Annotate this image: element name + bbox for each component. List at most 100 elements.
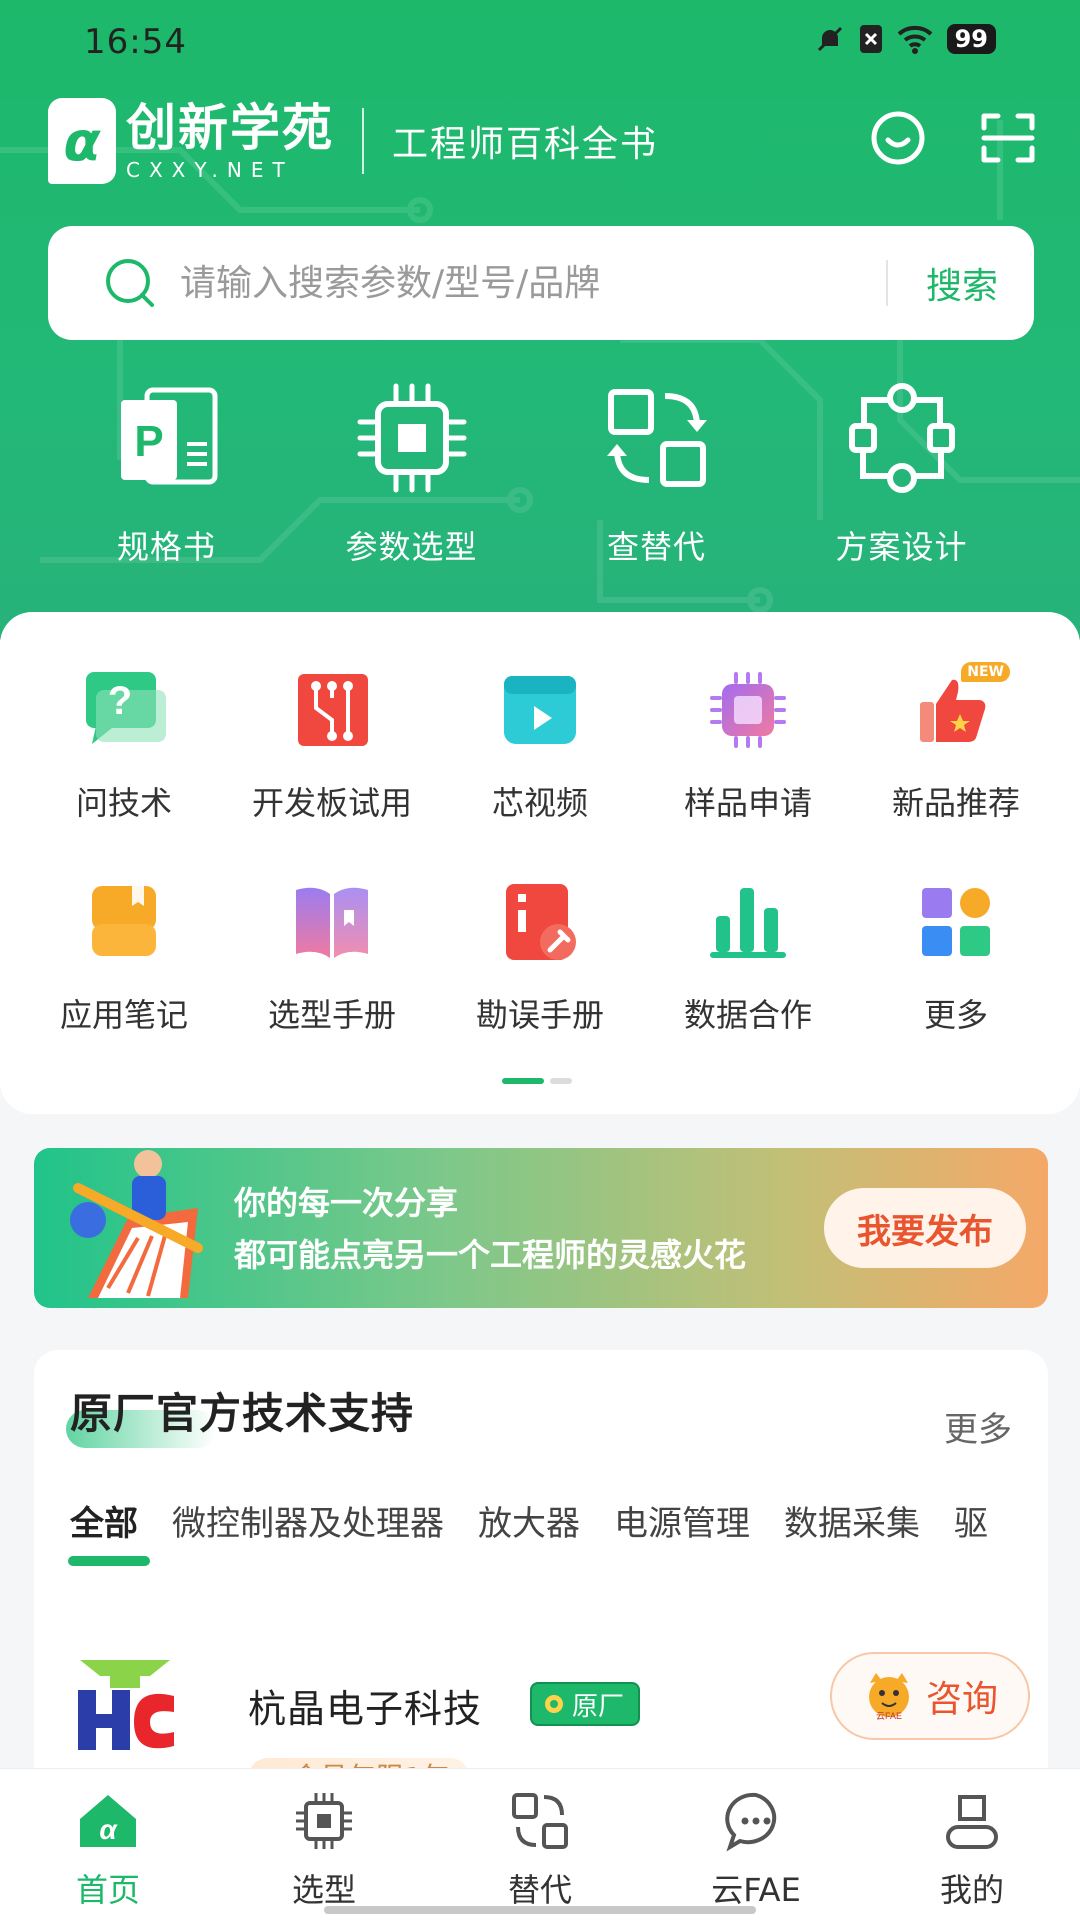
search-icon	[106, 259, 154, 307]
page-dot	[550, 1078, 572, 1084]
chip-outline-icon	[296, 1793, 352, 1849]
tabbar-home[interactable]: α 首页	[0, 1769, 216, 1920]
circuit-design-icon	[848, 383, 955, 493]
wifi-icon	[897, 25, 932, 54]
errata-wrench-icon	[506, 884, 576, 960]
mascot-caption: 云FAE	[876, 1711, 902, 1721]
top-nav-solution-design[interactable]: 方案设计	[779, 378, 1024, 568]
grid-item-more[interactable]: 更多	[852, 880, 1060, 1036]
tab-all[interactable]: 全部	[70, 1496, 138, 1545]
grid-item-selection-guide[interactable]: 选型手册	[228, 880, 436, 1036]
top-nav-alternatives[interactable]: 查替代	[534, 378, 779, 568]
status-time: 16:54	[84, 22, 187, 62]
feature-grid: ? 问技术 开发板试用 芯视频 样品申请 NEW 新品推荐 应用笔记 选型手册 …	[0, 662, 1080, 1036]
dev-board-icon	[298, 674, 368, 746]
oem-badge-label: 原厂	[572, 1691, 625, 1722]
search-bar[interactable]: 搜索	[48, 226, 1034, 340]
top-nav-label: 方案设计	[835, 528, 968, 566]
tabbar-label: 首页	[75, 1871, 140, 1909]
status-bar: 16:54 99	[0, 0, 1080, 84]
grid-label: 芯视频	[491, 784, 588, 822]
grid-item-chip-video[interactable]: 芯视频	[436, 668, 644, 824]
chip-icon	[357, 383, 466, 493]
swap-outline-icon	[512, 1793, 568, 1849]
grid-item-app-notes[interactable]: 应用笔记	[20, 880, 228, 1036]
tabbar-alternatives[interactable]: 替代	[432, 1769, 648, 1920]
chat-bubble-icon	[725, 1792, 777, 1852]
tabbar-cloud-fae[interactable]: 云FAE	[648, 1769, 864, 1920]
more-link[interactable]: 更多	[944, 1402, 1012, 1451]
pdf-document-icon: P	[120, 387, 217, 485]
engineer-illustration	[70, 1150, 203, 1298]
grid-label: 勘误手册	[475, 996, 604, 1034]
tabbar-profile[interactable]: 我的	[864, 1769, 1080, 1920]
top-nav-datasheet[interactable]: P 规格书	[44, 378, 289, 568]
sim-off-icon	[859, 25, 882, 53]
tabbar-label: 我的	[939, 1871, 1004, 1909]
brand-domain: CXXY.NET	[126, 158, 294, 182]
official-support-card: 原厂官方技术支持 更多 全部 微控制器及处理器 放大器 电源管理 数据采集 驱 …	[34, 1350, 1048, 1810]
scan-icon[interactable]	[980, 110, 1036, 166]
tab-mcu[interactable]: 微控制器及处理器	[172, 1496, 444, 1545]
status-icons: 99	[815, 24, 996, 54]
tab-underline	[68, 1556, 150, 1566]
grid-label: 应用笔记	[59, 996, 188, 1034]
search-button[interactable]: 搜索	[888, 257, 1034, 309]
tab-driver[interactable]: 驱	[954, 1496, 988, 1545]
vendor-logo	[78, 1660, 174, 1750]
tabbar-label: 替代	[507, 1871, 572, 1909]
mascot-icon: 云FAE	[868, 1673, 909, 1721]
thumbs-up-new-icon: NEW	[914, 662, 1010, 752]
home-icon: α	[80, 1795, 136, 1847]
brand-name: 创新学苑	[126, 99, 334, 157]
book-icon	[296, 887, 368, 958]
brand: α 创新学苑 CXXY.NET 工程师百科全书	[48, 98, 658, 184]
svg-text:P: P	[134, 417, 163, 466]
tab-amplifier[interactable]: 放大器	[478, 1496, 580, 1545]
top-nav-param-select[interactable]: 参数选型	[289, 378, 534, 568]
notebook-icon	[92, 886, 156, 956]
tab-power[interactable]: 电源管理	[614, 1496, 750, 1545]
tabbar-selection[interactable]: 选型	[216, 1769, 432, 1920]
svg-text:α: α	[99, 1814, 118, 1845]
home-indicator	[324, 1906, 756, 1914]
consult-button[interactable]: 云FAE 咨询	[830, 1652, 1030, 1740]
new-badge: NEW	[961, 662, 1010, 682]
search-input[interactable]	[180, 262, 886, 304]
grid-item-errata[interactable]: 勘误手册	[436, 880, 644, 1036]
top-nav-label: 规格书	[116, 528, 216, 566]
page-indicator	[502, 1078, 572, 1084]
tab-data-acquisition[interactable]: 数据采集	[784, 1496, 920, 1545]
tabbar-label: 选型	[291, 1871, 356, 1909]
card-title-wrap: 原厂官方技术支持	[66, 1380, 414, 1448]
profile-icon	[946, 1795, 998, 1849]
grid-label: 新品推荐	[891, 784, 1020, 822]
swap-icon	[606, 389, 707, 487]
bottom-tab-bar: α 首页 选型 替代 云FAE 我的	[0, 1768, 1080, 1920]
top-nav-label: 参数选型	[345, 528, 478, 566]
grid-label: 问技术	[75, 784, 172, 822]
banner-line-1: 你的每一次分享	[234, 1184, 459, 1222]
publish-button[interactable]: 我要发布	[824, 1188, 1026, 1268]
grid-label: 样品申请	[683, 784, 812, 822]
grid-item-sample-request[interactable]: 样品申请	[644, 668, 852, 824]
tabbar-label: 云FAE	[711, 1871, 801, 1909]
grid-label: 开发板试用	[251, 784, 412, 822]
bell-muted-icon	[817, 26, 842, 52]
brand-logo: α	[48, 98, 116, 184]
grid-item-dev-board[interactable]: 开发板试用	[228, 668, 436, 824]
top-nav: P 规格书 参数选型 查替代 方案设计	[0, 378, 1080, 568]
oem-badge: 原厂	[530, 1682, 641, 1726]
message-icon[interactable]	[870, 110, 926, 166]
header-hero: 16:54 99 α 创新学苑 CXXY.NET 工程师百科全书 搜索	[0, 0, 1080, 640]
grid-item-data-cooperation[interactable]: 数据合作	[644, 880, 852, 1036]
grid-label: 更多	[923, 996, 988, 1034]
question-chat-icon: ?	[86, 672, 166, 744]
brand-divider	[362, 108, 364, 174]
battery-indicator: 99	[946, 24, 996, 54]
category-tabs: 全部 微控制器及处理器 放大器 电源管理 数据采集 驱	[70, 1496, 988, 1545]
vendor-row[interactable]: 杭晶电子科技 原厂 云FAE 咨询 会员年限1年	[70, 1636, 1030, 1798]
share-banner[interactable]: 你的每一次分享 都可能点亮另一个工程师的灵感火花 我要发布	[34, 1148, 1048, 1308]
grid-item-new-products[interactable]: NEW 新品推荐	[852, 662, 1060, 824]
grid-item-ask-tech[interactable]: ? 问技术	[20, 668, 228, 824]
